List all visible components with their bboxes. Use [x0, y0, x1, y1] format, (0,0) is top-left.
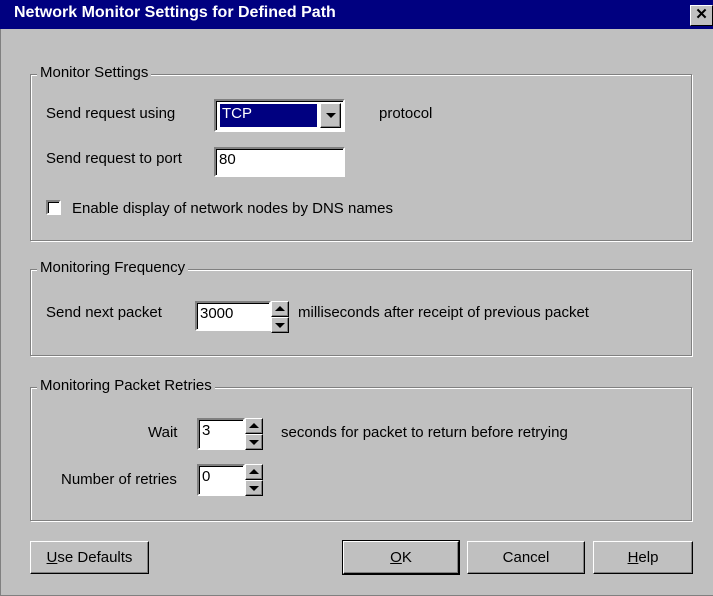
- port-label: Send request to port: [46, 150, 182, 167]
- arrow-up-icon: [275, 306, 285, 311]
- interval-down-button[interactable]: [271, 317, 289, 333]
- arrow-down-icon: [249, 486, 259, 491]
- arrow-up-icon: [249, 423, 259, 428]
- interval-spinner[interactable]: [271, 301, 289, 333]
- wait-down-button[interactable]: [245, 434, 263, 450]
- wait-spinner[interactable]: [245, 418, 263, 450]
- interval-suffix: milliseconds after receipt of previous p…: [298, 304, 589, 321]
- port-field[interactable]: 80: [214, 147, 345, 177]
- interval-field[interactable]: 3000: [195, 301, 271, 331]
- chevron-down-icon: [326, 113, 336, 118]
- dns-checkbox-label[interactable]: Enable display of network nodes by DNS n…: [72, 200, 393, 217]
- protocol-selected-value: TCP: [220, 104, 317, 127]
- use-defaults-mnemonic: U: [46, 549, 58, 566]
- dns-checkbox[interactable]: [46, 200, 61, 215]
- packet-retries-group: [30, 387, 692, 521]
- close-icon: ✕: [695, 6, 708, 23]
- retries-label: Number of retries: [61, 471, 177, 488]
- arrow-down-icon: [275, 323, 285, 328]
- close-button[interactable]: ✕: [690, 5, 713, 26]
- protocol-select[interactable]: TCP: [214, 99, 345, 132]
- use-defaults-label: se Defaults: [57, 549, 133, 566]
- help-button[interactable]: Help: [593, 541, 693, 574]
- monitor-settings-legend: Monitor Settings: [37, 64, 152, 81]
- retries-field[interactable]: 0: [197, 464, 245, 496]
- retries-down-button[interactable]: [245, 480, 263, 496]
- title-bar[interactable]: Network Monitor Settings for Defined Pat…: [0, 0, 713, 29]
- arrow-up-icon: [249, 469, 259, 474]
- use-defaults-button[interactable]: Use Defaults: [30, 541, 149, 574]
- retries-spinner[interactable]: [245, 464, 263, 496]
- protocol-suffix: protocol: [379, 105, 433, 122]
- protocol-dropdown-button[interactable]: [320, 103, 341, 128]
- retries-up-button[interactable]: [245, 464, 263, 480]
- wait-field[interactable]: 3: [197, 418, 245, 450]
- send-using-label: Send request using: [46, 105, 176, 122]
- window-title: Network Monitor Settings for Defined Pat…: [14, 4, 336, 21]
- ok-mnemonic: O: [390, 549, 402, 566]
- cancel-button[interactable]: Cancel: [467, 541, 585, 574]
- wait-suffix: seconds for packet to return before retr…: [281, 424, 568, 441]
- wait-up-button[interactable]: [245, 418, 263, 434]
- help-label: elp: [638, 549, 659, 566]
- send-next-label: Send next packet: [46, 304, 162, 321]
- help-mnemonic: H: [627, 549, 639, 566]
- arrow-down-icon: [249, 440, 259, 445]
- wait-label: Wait: [148, 424, 178, 441]
- monitoring-frequency-legend: Monitoring Frequency: [37, 259, 189, 276]
- ok-label: K: [401, 549, 412, 566]
- ok-button[interactable]: OK: [342, 540, 460, 575]
- interval-up-button[interactable]: [271, 301, 289, 317]
- packet-retries-legend: Monitoring Packet Retries: [37, 377, 215, 394]
